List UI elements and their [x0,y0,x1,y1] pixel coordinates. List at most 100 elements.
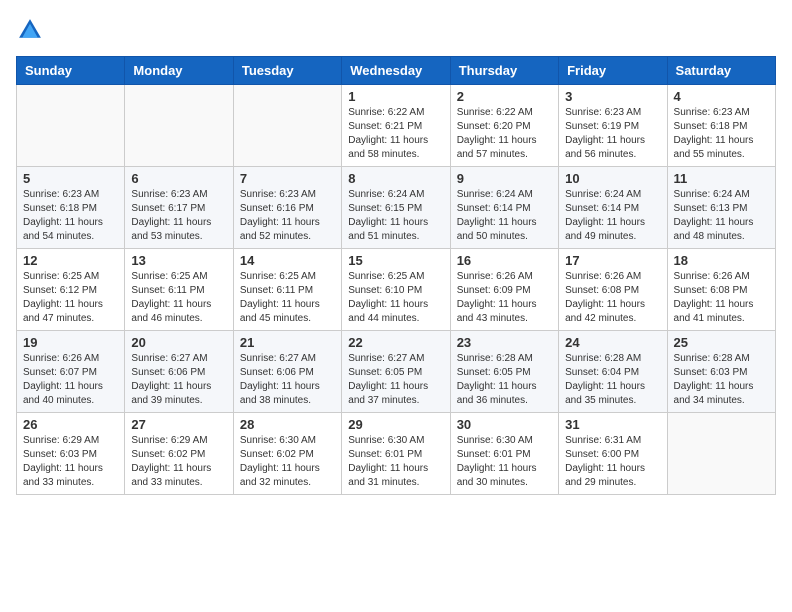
calendar-cell: 15 Sunrise: 6:25 AM Sunset: 6:10 PM Dayli… [342,249,450,331]
day-info: Sunrise: 6:25 AM Sunset: 6:11 PM Dayligh… [240,270,335,326]
calendar-table: SundayMondayTuesdayWednesdayThursdayFrid… [16,56,776,495]
calendar-cell [125,85,233,167]
day-number: 15 [348,253,443,268]
day-number: 14 [240,253,335,268]
day-number: 31 [565,417,660,432]
page-header [16,16,776,44]
day-info: Sunrise: 6:23 AM Sunset: 6:17 PM Dayligh… [131,188,226,244]
day-info: Sunrise: 6:23 AM Sunset: 6:19 PM Dayligh… [565,106,660,162]
calendar-cell: 23 Sunrise: 6:28 AM Sunset: 6:05 PM Dayli… [450,331,558,413]
day-number: 3 [565,89,660,104]
calendar-cell: 1 Sunrise: 6:22 AM Sunset: 6:21 PM Daylig… [342,85,450,167]
day-number: 24 [565,335,660,350]
day-info: Sunrise: 6:28 AM Sunset: 6:03 PM Dayligh… [674,352,769,408]
weekday-header-sunday: Sunday [17,57,125,85]
day-info: Sunrise: 6:27 AM Sunset: 6:06 PM Dayligh… [240,352,335,408]
calendar-cell: 8Sunrise: 6:24 AM Sunset: 6:15 PM Daylig… [342,167,450,249]
calendar-cell [667,413,775,495]
weekday-header-thursday: Thursday [450,57,558,85]
day-number: 23 [457,335,552,350]
calendar-cell: 20 Sunrise: 6:27 AM Sunset: 6:06 PM Dayli… [125,331,233,413]
day-number: 7 [240,171,335,186]
day-info: Sunrise: 6:27 AM Sunset: 6:05 PM Dayligh… [348,352,443,408]
day-number: 2 [457,89,552,104]
day-info: Sunrise: 6:23 AM Sunset: 6:18 PM Dayligh… [674,106,769,162]
day-info: Sunrise: 6:28 AM Sunset: 6:05 PM Dayligh… [457,352,552,408]
day-number: 12 [23,253,118,268]
day-number: 21 [240,335,335,350]
day-number: 26 [23,417,118,432]
day-number: 10 [565,171,660,186]
calendar-cell: 4Sunrise: 6:23 AM Sunset: 6:18 PM Daylig… [667,85,775,167]
day-number: 27 [131,417,226,432]
day-info: Sunrise: 6:25 AM Sunset: 6:10 PM Dayligh… [348,270,443,326]
day-number: 29 [348,417,443,432]
day-number: 18 [674,253,769,268]
weekday-header-monday: Monday [125,57,233,85]
day-number: 30 [457,417,552,432]
day-number: 17 [565,253,660,268]
day-info: Sunrise: 6:26 AM Sunset: 6:08 PM Dayligh… [565,270,660,326]
logo-icon [16,16,44,44]
calendar-cell: 2 Sunrise: 6:22 AM Sunset: 6:20 PM Daylig… [450,85,558,167]
day-number: 13 [131,253,226,268]
day-info: Sunrise: 6:30 AM Sunset: 6:01 PM Dayligh… [457,434,552,490]
day-info: Sunrise: 6:23 AM Sunset: 6:18 PM Dayligh… [23,188,118,244]
day-number: 20 [131,335,226,350]
logo [16,16,48,44]
day-info: Sunrise: 6:30 AM Sunset: 6:01 PM Dayligh… [348,434,443,490]
calendar-cell: 9Sunrise: 6:24 AM Sunset: 6:14 PM Daylig… [450,167,558,249]
day-info: Sunrise: 6:27 AM Sunset: 6:06 PM Dayligh… [131,352,226,408]
day-info: Sunrise: 6:23 AM Sunset: 6:16 PM Dayligh… [240,188,335,244]
day-info: Sunrise: 6:28 AM Sunset: 6:04 PM Dayligh… [565,352,660,408]
day-number: 11 [674,171,769,186]
calendar-cell: 13 Sunrise: 6:25 AM Sunset: 6:11 PM Dayli… [125,249,233,331]
day-info: Sunrise: 6:30 AM Sunset: 6:02 PM Dayligh… [240,434,335,490]
day-info: Sunrise: 6:24 AM Sunset: 6:13 PM Dayligh… [674,188,769,244]
calendar-cell: 3 Sunrise: 6:23 AM Sunset: 6:19 PM Daylig… [559,85,667,167]
calendar-cell: 10 Sunrise: 6:24 AM Sunset: 6:14 PM Dayli… [559,167,667,249]
calendar-week-0: 1 Sunrise: 6:22 AM Sunset: 6:21 PM Daylig… [17,85,776,167]
calendar-week-2: 12 Sunrise: 6:25 AM Sunset: 6:12 PM Dayli… [17,249,776,331]
weekday-header-saturday: Saturday [667,57,775,85]
calendar-week-1: 5Sunrise: 6:23 AM Sunset: 6:18 PM Daylig… [17,167,776,249]
day-number: 19 [23,335,118,350]
weekday-header-friday: Friday [559,57,667,85]
calendar-week-3: 19 Sunrise: 6:26 AM Sunset: 6:07 PM Dayli… [17,331,776,413]
day-info: Sunrise: 6:26 AM Sunset: 6:08 PM Dayligh… [674,270,769,326]
calendar-cell [17,85,125,167]
calendar-cell: 6 Sunrise: 6:23 AM Sunset: 6:17 PM Daylig… [125,167,233,249]
day-info: Sunrise: 6:22 AM Sunset: 6:20 PM Dayligh… [457,106,552,162]
calendar-cell: 16Sunrise: 6:26 AM Sunset: 6:09 PM Dayli… [450,249,558,331]
calendar-cell: 24 Sunrise: 6:28 AM Sunset: 6:04 PM Dayli… [559,331,667,413]
calendar-cell: 25 Sunrise: 6:28 AM Sunset: 6:03 PM Dayli… [667,331,775,413]
calendar-cell: 18 Sunrise: 6:26 AM Sunset: 6:08 PM Dayli… [667,249,775,331]
calendar-cell: 5Sunrise: 6:23 AM Sunset: 6:18 PM Daylig… [17,167,125,249]
day-info: Sunrise: 6:29 AM Sunset: 6:03 PM Dayligh… [23,434,118,490]
day-info: Sunrise: 6:26 AM Sunset: 6:07 PM Dayligh… [23,352,118,408]
day-number: 6 [131,171,226,186]
calendar-cell: 12 Sunrise: 6:25 AM Sunset: 6:12 PM Dayli… [17,249,125,331]
calendar-cell: 29 Sunrise: 6:30 AM Sunset: 6:01 PM Dayli… [342,413,450,495]
calendar-cell: 26 Sunrise: 6:29 AM Sunset: 6:03 PM Dayli… [17,413,125,495]
day-info: Sunrise: 6:24 AM Sunset: 6:15 PM Dayligh… [348,188,443,244]
day-info: Sunrise: 6:25 AM Sunset: 6:12 PM Dayligh… [23,270,118,326]
day-number: 9 [457,171,552,186]
calendar-cell: 30 Sunrise: 6:30 AM Sunset: 6:01 PM Dayli… [450,413,558,495]
calendar-cell: 31 Sunrise: 6:31 AM Sunset: 6:00 PM Dayli… [559,413,667,495]
day-number: 25 [674,335,769,350]
calendar-body: 1 Sunrise: 6:22 AM Sunset: 6:21 PM Daylig… [17,85,776,495]
calendar-cell: 21 Sunrise: 6:27 AM Sunset: 6:06 PM Dayli… [233,331,341,413]
weekday-header-tuesday: Tuesday [233,57,341,85]
day-number: 28 [240,417,335,432]
day-info: Sunrise: 6:31 AM Sunset: 6:00 PM Dayligh… [565,434,660,490]
calendar-cell: 28 Sunrise: 6:30 AM Sunset: 6:02 PM Dayli… [233,413,341,495]
weekday-header-wednesday: Wednesday [342,57,450,85]
calendar-cell: 14 Sunrise: 6:25 AM Sunset: 6:11 PM Dayli… [233,249,341,331]
day-info: Sunrise: 6:26 AM Sunset: 6:09 PM Dayligh… [457,270,552,326]
day-number: 22 [348,335,443,350]
day-number: 1 [348,89,443,104]
day-info: Sunrise: 6:22 AM Sunset: 6:21 PM Dayligh… [348,106,443,162]
day-info: Sunrise: 6:24 AM Sunset: 6:14 PM Dayligh… [565,188,660,244]
day-info: Sunrise: 6:25 AM Sunset: 6:11 PM Dayligh… [131,270,226,326]
